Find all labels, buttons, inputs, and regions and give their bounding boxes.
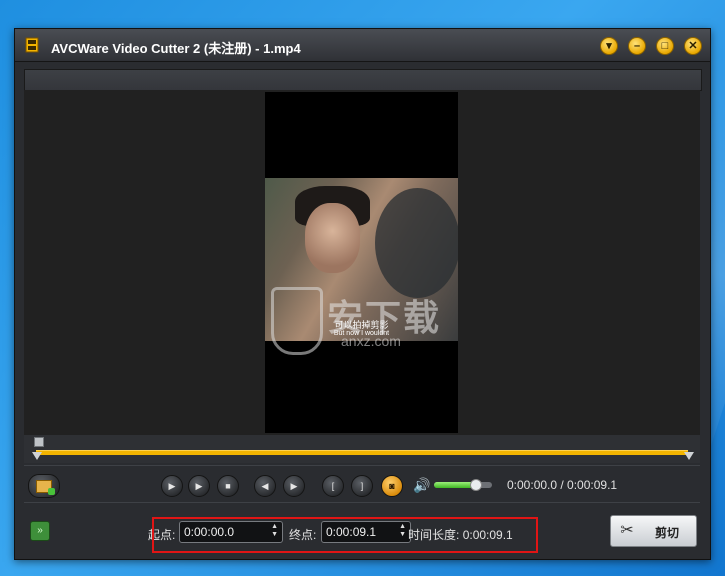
minimize-icon[interactable]: – [628,37,646,55]
film-cut-icon: ✂ [620,522,634,539]
expand-panel-icon[interactable]: » [30,521,50,541]
duration-value: 0:00:09.1 [462,528,513,542]
video-preview-area: 可以拍掉剪影 But now I wouldnt [24,90,700,435]
set-end-icon[interactable]: ] [351,475,373,497]
volume-slider[interactable] [434,479,492,491]
start-label: 起点: [148,528,176,542]
title-bar[interactable]: AVCWare Video Cutter 2 (未注册) - 1.mp4 ▾ –… [15,29,710,62]
watermark: 安下载 anxz.com [271,281,481,361]
volume-fill [434,482,475,488]
end-time-spinner[interactable]: 0:00:09.1 ▲ ▼ [321,521,411,543]
next-frame-icon[interactable]: ▶ [283,475,305,497]
menu-strip [24,69,702,91]
spinner-arrows-icon[interactable]: ▲ ▼ [271,523,278,539]
start-time-value[interactable]: 0:00:00.0 [184,525,234,539]
close-icon[interactable]: ✕ [684,37,702,55]
play-icon[interactable]: ▶ [161,475,183,497]
window-title: AVCWare Video Cutter 2 (未注册) - 1.mp4 [51,41,301,56]
spinner-arrows-icon[interactable]: ▲ ▼ [399,523,406,539]
folder-icon [36,479,55,495]
watermark-url: anxz.com [341,333,401,349]
playback-controls: ▶ ▶ ■ ◀ ▶ [ ] ◙ 🔊 0:00:00.0 / 0:00:09.1 [24,465,700,502]
timeline[interactable] [24,435,700,463]
app-window: AVCWare Video Cutter 2 (未注册) - 1.mp4 ▾ –… [14,28,711,560]
playhead-handle[interactable] [34,437,44,447]
cut-button-label: 剪切 [655,526,680,540]
duration-readout: 时间长度: 0:00:09.1 [408,526,513,543]
set-start-icon[interactable]: [ [322,475,344,497]
speaker-icon[interactable]: 🔊 [413,478,430,492]
previous-frame-icon[interactable]: ◀ [254,475,276,497]
end-label: 终点: [289,528,317,542]
time-readout: 0:00:00.0 / 0:00:09.1 [507,478,618,492]
start-marker[interactable] [32,452,42,460]
end-time-value[interactable]: 0:00:09.1 [326,525,376,539]
stop-icon[interactable]: ■ [217,475,239,497]
start-time-spinner[interactable]: 0:00:00.0 ▲ ▼ [179,521,283,543]
end-marker[interactable] [684,452,694,460]
timeline-track[interactable] [36,450,688,455]
play-segment-icon[interactable]: ▶ [188,475,210,497]
video-frame: 可以拍掉剪影 But now I wouldnt [265,92,458,433]
snapshot-icon[interactable]: ◙ [381,475,403,497]
trim-panel: » 起点: 0:00:00.0 ▲ ▼ 终点: 0:00:09.1 ▲ ▼ 时间长度… [24,502,700,553]
open-file-button[interactable] [28,474,60,498]
cut-button[interactable]: ✂ 剪切 [610,515,697,547]
maximize-icon[interactable]: □ [656,37,674,55]
shield-icon [271,287,323,355]
dropdown-icon[interactable]: ▾ [600,37,618,55]
volume-knob[interactable] [469,479,482,491]
app-logo-icon [25,37,39,53]
duration-label: 时间长度: [408,528,460,542]
